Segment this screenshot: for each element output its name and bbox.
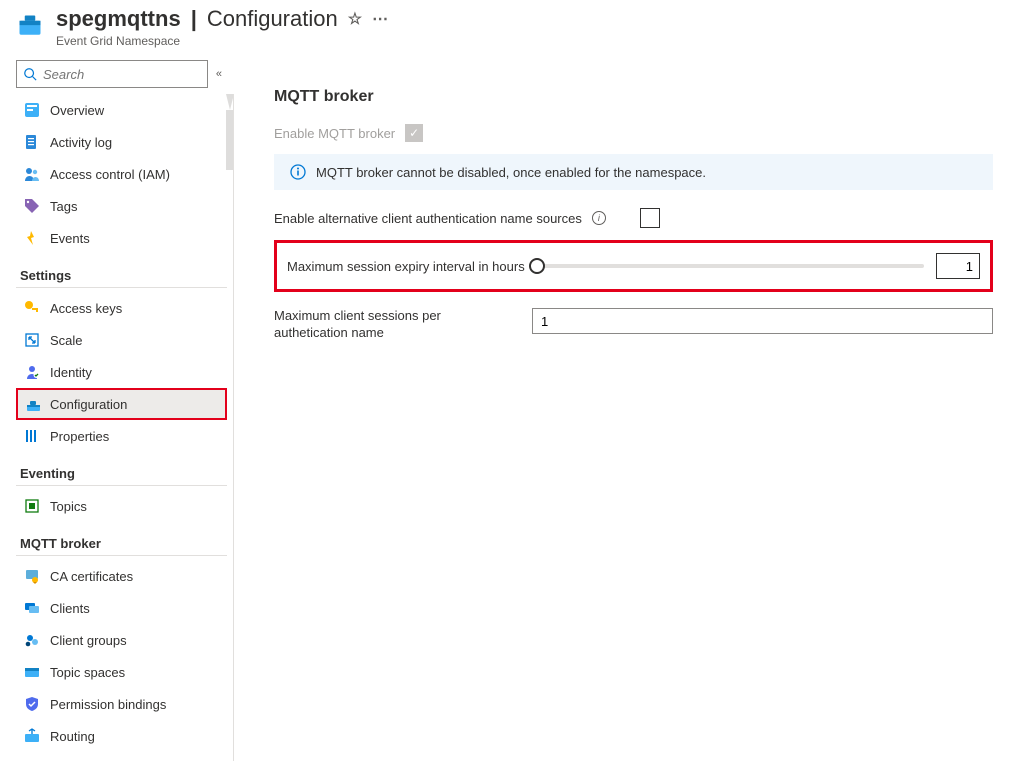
sidebar-item-label: Client groups: [50, 633, 127, 648]
sidebar-item-configuration[interactable]: Configuration: [16, 388, 227, 420]
sidebar-item-label: Topics: [50, 499, 87, 514]
sidebar-item-label: Identity: [50, 365, 92, 380]
sidebar-search[interactable]: [16, 60, 208, 88]
alt-auth-row: Enable alternative client authentication…: [274, 208, 993, 228]
sidebar-item-label: Overview: [50, 103, 104, 118]
shield-icon: [24, 696, 40, 712]
sidebar-item-cacerts[interactable]: CA certificates: [16, 560, 227, 592]
sidebar-item-label: Scale: [50, 333, 83, 348]
more-ellipsis-icon[interactable]: ⋯: [372, 9, 388, 29]
sidebar-item-activity[interactable]: Activity log: [16, 126, 227, 158]
info-text: MQTT broker cannot be disabled, once ena…: [316, 165, 706, 180]
sidebar-item-label: Routing: [50, 729, 95, 744]
sidebar-item-label: Clients: [50, 601, 90, 616]
sidebar-item-label: Permission bindings: [50, 697, 166, 712]
session-expiry-label: Maximum session expiry interval in hours: [287, 259, 525, 274]
sidebar-item-permbind[interactable]: Permission bindings: [16, 688, 227, 720]
sidebar-item-tags[interactable]: Tags: [16, 190, 227, 222]
iam-icon: [24, 166, 40, 182]
resource-type-subtitle: Event Grid Namespace: [56, 34, 388, 48]
sidebar-item-label: CA certificates: [50, 569, 133, 584]
cert-icon: [24, 568, 40, 584]
search-input[interactable]: [43, 67, 201, 82]
info-icon: [290, 164, 306, 180]
sidebar-item-accesskeys[interactable]: Access keys: [16, 292, 227, 324]
resource-name: spegmqttns: [56, 6, 181, 32]
max-sessions-label: Maximum client sessions per autheticatio…: [274, 308, 514, 342]
session-expiry-slider[interactable]: [537, 264, 924, 268]
page-title: spegmqttns | Configuration ☆ ⋯: [56, 6, 388, 32]
max-sessions-row: Maximum client sessions per autheticatio…: [274, 308, 993, 342]
identity-icon: [24, 364, 40, 380]
sidebar-item-scale[interactable]: Scale: [16, 324, 227, 356]
sidebar-item-label: Access keys: [50, 301, 122, 316]
sidebar-group-title: Settings: [16, 254, 227, 288]
enable-mqtt-row: Enable MQTT broker ✓: [274, 124, 993, 142]
sidebar-item-label: Topic spaces: [50, 665, 125, 680]
sidebar-item-clients[interactable]: Clients: [16, 592, 227, 624]
favorite-star-icon[interactable]: ☆: [348, 9, 362, 29]
properties-icon: [24, 428, 40, 444]
sidebar-item-label: Tags: [50, 199, 77, 214]
sidebar-group-title: Eventing: [16, 452, 227, 486]
sidebar-item-routing[interactable]: Routing: [16, 720, 227, 752]
session-expiry-slider-thumb[interactable]: [529, 258, 545, 274]
sidebar-item-label: Properties: [50, 429, 109, 444]
sidebar-item-topicspaces[interactable]: Topic spaces: [16, 656, 227, 688]
sidebar-item-properties[interactable]: Properties: [16, 420, 227, 452]
session-expiry-row: Maximum session expiry interval in hours: [274, 240, 993, 292]
clients-icon: [24, 600, 40, 616]
sidebar-item-label: Activity log: [50, 135, 112, 150]
session-expiry-value[interactable]: [936, 253, 980, 279]
section-title: MQTT broker: [274, 88, 993, 106]
alt-auth-label: Enable alternative client authentication…: [274, 211, 582, 226]
sidebar-group-title: MQTT broker: [16, 522, 227, 556]
blade-name: Configuration: [207, 6, 338, 32]
sidebar-item-label: Events: [50, 231, 90, 246]
routing-icon: [24, 728, 40, 744]
sidebar-item-clientgroups[interactable]: Client groups: [16, 624, 227, 656]
enable-mqtt-label: Enable MQTT broker: [274, 126, 395, 141]
clientgroups-icon: [24, 632, 40, 648]
sidebar-item-label: Access control (IAM): [50, 167, 170, 182]
sidebar-item-label: Configuration: [50, 397, 127, 412]
activitylog-icon: [24, 134, 40, 150]
alt-auth-checkbox[interactable]: [640, 208, 660, 228]
sidebar-item-events[interactable]: Events: [16, 222, 227, 254]
max-sessions-input[interactable]: [532, 308, 993, 334]
search-icon: [23, 67, 37, 81]
tags-icon: [24, 198, 40, 214]
info-bar: MQTT broker cannot be disabled, once ena…: [274, 154, 993, 190]
topics-icon: [24, 498, 40, 514]
main-content: MQTT broker Enable MQTT broker ✓ MQTT br…: [234, 56, 1009, 761]
collapse-sidebar-icon[interactable]: «: [216, 68, 222, 80]
sidebar: « Overview Activity log Access control (IA…: [0, 56, 234, 761]
sidebar-item-overview[interactable]: Overview: [16, 94, 227, 126]
enable-mqtt-checkbox-disabled: ✓: [405, 124, 423, 142]
overview-icon: [24, 102, 40, 118]
scale-icon: [24, 332, 40, 348]
config-icon: [24, 396, 40, 412]
sidebar-item-identity[interactable]: Identity: [16, 356, 227, 388]
events-icon: [24, 230, 40, 246]
key-icon: [24, 300, 40, 316]
sidebar-item-topics[interactable]: Topics: [16, 490, 227, 522]
resource-icon: [16, 12, 44, 40]
page-header: spegmqttns | Configuration ☆ ⋯ Event Gri…: [0, 0, 1009, 56]
topicspaces-icon: [24, 664, 40, 680]
sidebar-nav: Overview Activity log Access control (IAM)…: [16, 94, 234, 761]
info-tooltip-icon[interactable]: i: [592, 211, 606, 225]
sidebar-item-iam[interactable]: Access control (IAM): [16, 158, 227, 190]
